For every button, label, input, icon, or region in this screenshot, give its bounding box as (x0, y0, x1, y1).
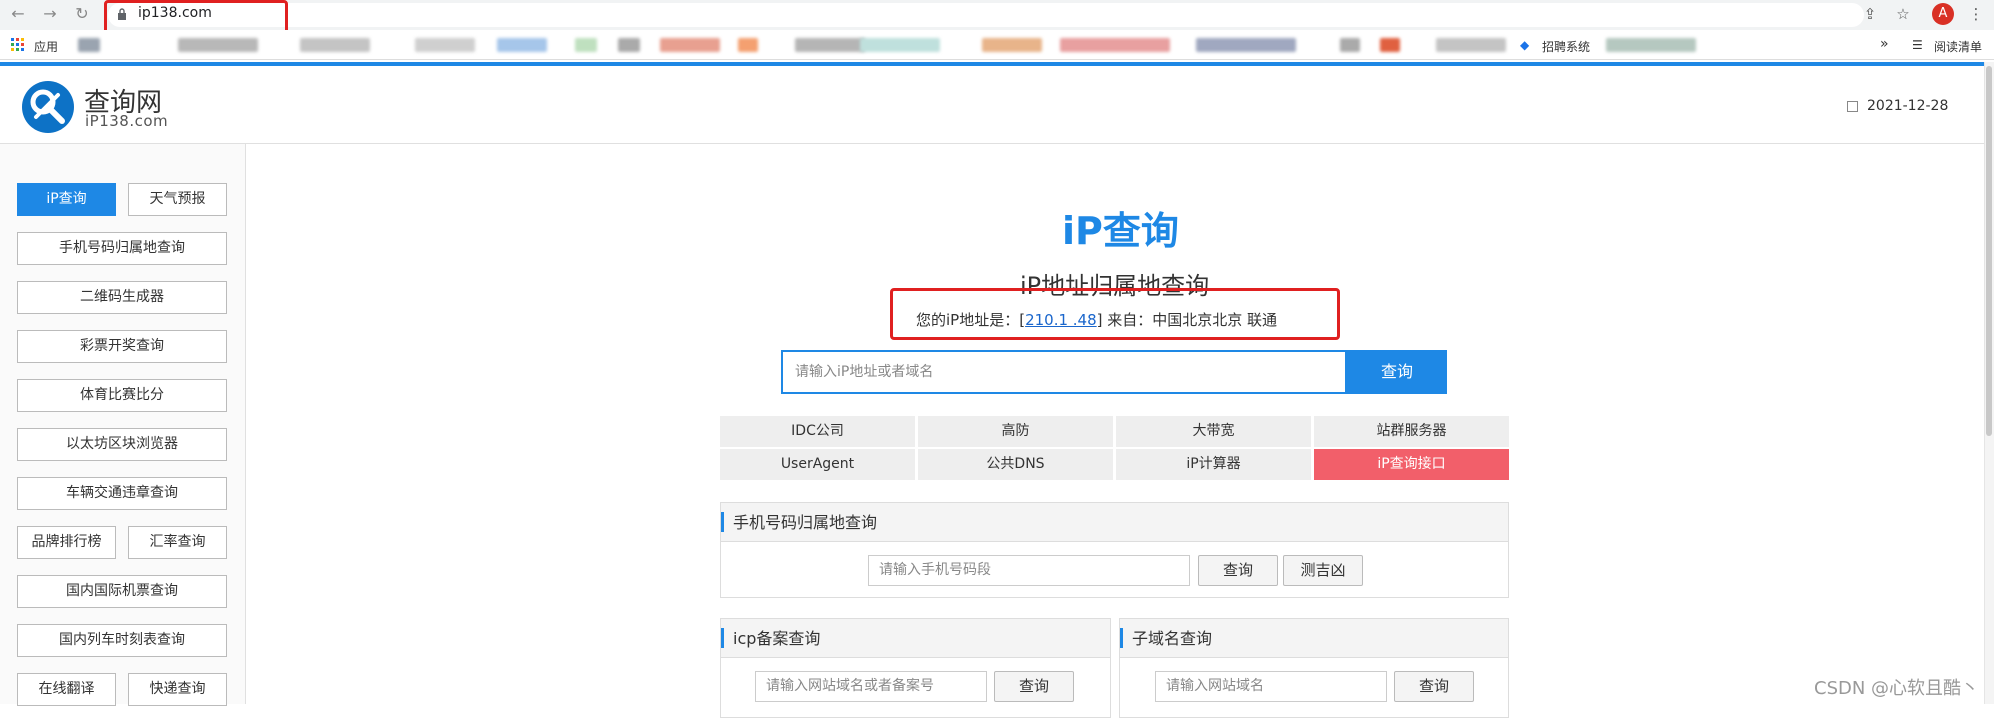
bookmark-apps[interactable]: 应用 (34, 38, 58, 55)
blurred-bookmark (982, 38, 1042, 52)
logo-subtitle[interactable]: iP138.com (85, 112, 168, 130)
link-bandwidth[interactable]: 大带宽 (1116, 416, 1311, 447)
back-icon[interactable]: ← (8, 4, 28, 24)
blurred-bookmark (660, 38, 720, 52)
blurred-bookmark (1060, 38, 1170, 52)
sidebar-item-traffic[interactable]: 车辆交通违章查询 (17, 477, 227, 510)
blurred-bookmark (1606, 38, 1696, 52)
reload-icon[interactable]: ↻ (72, 4, 92, 24)
link-ip-calculator[interactable]: iP计算器 (1116, 449, 1311, 480)
ip-search-button[interactable]: 查询 (1347, 350, 1447, 394)
link-useragent[interactable]: UserAgent (720, 449, 915, 480)
phone-luck-button[interactable]: 测吉凶 (1283, 555, 1363, 586)
link-station-server[interactable]: 站群服务器 (1314, 416, 1509, 447)
page-title: iP查询 (1062, 209, 1179, 253)
sidebar (0, 144, 246, 704)
ip-search-input[interactable]: 请输入iP地址或者域名 (781, 350, 1347, 394)
star-icon[interactable]: ☆ (1893, 4, 1913, 24)
bookmark-icon: ◆ (1520, 38, 1530, 52)
address-bar[interactable] (108, 3, 1864, 27)
sidebar-item-phone[interactable]: 手机号码归属地查询 (17, 232, 227, 265)
blurred-bookmark (795, 38, 865, 52)
blurred-bookmark (860, 38, 940, 52)
share-icon[interactable]: ⇪ (1860, 4, 1880, 24)
site-header (0, 66, 1984, 144)
sidebar-item-weather[interactable]: 天气预报 (128, 183, 227, 216)
sidebar-item-eth[interactable]: 以太坊区块浏览器 (17, 428, 227, 461)
sidebar-item-qrcode[interactable]: 二维码生成器 (17, 281, 227, 314)
sidebar-item-sports[interactable]: 体育比赛比分 (17, 379, 227, 412)
link-ip-api[interactable]: iP查询接口 (1314, 449, 1509, 480)
sidebar-item-exchange[interactable]: 汇率查询 (128, 526, 227, 559)
blurred-bookmark (1436, 38, 1506, 52)
sidebar-item-translate[interactable]: 在线翻译 (17, 673, 116, 706)
icp-query-button[interactable]: 查询 (994, 671, 1074, 702)
sidebar-item-train[interactable]: 国内列车时刻表查询 (17, 624, 227, 657)
blurred-bookmark (178, 38, 258, 52)
blurred-bookmark (415, 38, 475, 52)
subdomain-input[interactable]: 请输入网站域名 (1155, 671, 1387, 702)
blurred-bookmark (300, 38, 370, 52)
calendar-icon (1847, 101, 1858, 112)
blurred-bookmark (575, 38, 597, 52)
logo-icon[interactable] (22, 81, 74, 133)
subdomain-query-button[interactable]: 查询 (1394, 671, 1474, 702)
reading-list-icon[interactable]: ☰ (1912, 38, 1923, 52)
sidebar-item-ip-query[interactable]: iP查询 (17, 183, 116, 216)
sidebar-item-brand[interactable]: 品牌排行榜 (17, 526, 116, 559)
more-bookmarks[interactable]: » (1880, 36, 1889, 52)
sidebar-item-lottery[interactable]: 彩票开奖查询 (17, 330, 227, 363)
subdomain-panel-title: 子域名查询 (1120, 619, 1508, 658)
sidebar-item-flight[interactable]: 国内国际机票查询 (17, 575, 227, 608)
phone-panel-title: 手机号码归属地查询 (721, 503, 1508, 542)
blurred-bookmark (618, 38, 640, 52)
menu-icon[interactable]: ⋮ (1966, 4, 1986, 24)
scrollbar-thumb[interactable] (1986, 66, 1992, 436)
icp-panel-title: icp备案查询 (721, 619, 1110, 658)
sidebar-item-express[interactable]: 快递查询 (128, 673, 227, 706)
phone-query-button[interactable]: 查询 (1198, 555, 1278, 586)
blurred-bookmark (738, 38, 758, 52)
blurred-bookmark (1340, 38, 1360, 52)
link-idc[interactable]: IDC公司 (720, 416, 915, 447)
blurred-bookmark (497, 38, 547, 52)
phone-input[interactable]: 请输入手机号码段 (868, 555, 1190, 586)
reading-list[interactable]: 阅读清单 (1934, 38, 1982, 55)
watermark: CSDN @心软且酷丶 (1814, 678, 1980, 699)
icp-input[interactable]: 请输入网站域名或者备案号 (755, 671, 987, 702)
link-public-dns[interactable]: 公共DNS (918, 449, 1113, 480)
date: 2021-12-28 (1867, 98, 1949, 114)
bookmark-recruit[interactable]: 招聘系统 (1542, 38, 1590, 55)
blurred-bookmark (1196, 38, 1296, 52)
annotation-box-ip (890, 288, 1340, 340)
blurred-bookmark (1380, 38, 1400, 52)
avatar[interactable]: A (1932, 3, 1954, 25)
blurred-bookmark (78, 38, 100, 52)
apps-grid-icon[interactable] (11, 38, 25, 55)
forward-icon[interactable]: → (40, 4, 60, 24)
link-gaofang[interactable]: 高防 (918, 416, 1113, 447)
